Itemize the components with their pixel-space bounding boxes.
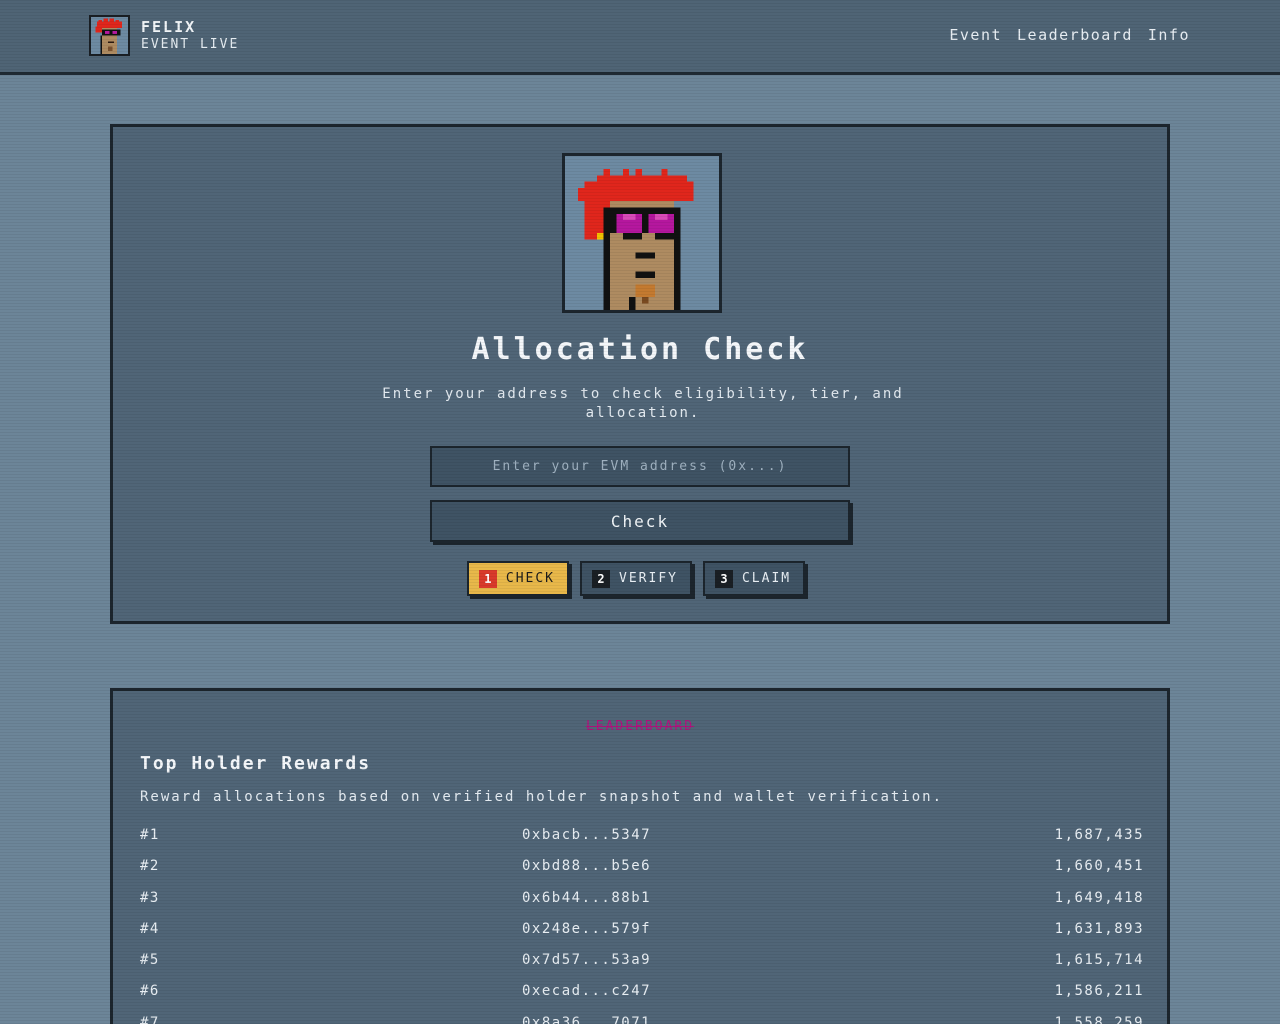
wallet-address: 0x8a36...7071 xyxy=(522,1014,652,1024)
step-check[interactable]: 1 CHECK xyxy=(466,561,570,596)
leaderboard-panel: LEADERBOARD Top Holder Rewards Reward al… xyxy=(110,688,1170,1024)
rank: #3 xyxy=(140,889,160,906)
allocation-amount: 1,558,259 xyxy=(1054,1014,1144,1024)
allocation-panel: Allocation Check Enter your address to c… xyxy=(110,124,1170,624)
table-row: #3 0x6b44...88b1 1,649,418 xyxy=(140,890,1144,921)
allocation-amount: 1,649,418 xyxy=(1054,889,1144,906)
rank: #1 xyxy=(140,827,160,843)
rank: #7 xyxy=(140,1014,160,1024)
table-row: #1 0xbacb...5347 1,687,435 xyxy=(140,827,1144,858)
allocation-amount: 1,586,211 xyxy=(1054,983,1144,1000)
step-label: CHECK xyxy=(505,571,556,586)
punk-avatar-icon xyxy=(565,156,719,310)
allocation-amount: 1,687,435 xyxy=(1054,827,1144,843)
address-input[interactable] xyxy=(430,446,850,487)
allocation-description: Enter your address to check eligibility,… xyxy=(382,386,904,421)
wallet-address: 0x6b44...88b1 xyxy=(522,889,652,906)
leaderboard-kicker: LEADERBOARD xyxy=(585,719,695,734)
step-number: 1 xyxy=(478,569,497,588)
step-number: 3 xyxy=(714,569,733,588)
top-header: FELIX EVENT LIVE Event Leaderboard Info xyxy=(0,0,1280,75)
step-verify[interactable]: 2 VERIFY xyxy=(580,561,692,596)
allocation-amount: 1,660,451 xyxy=(1054,858,1144,875)
leaderboard-title: Top Holder Rewards xyxy=(140,753,372,774)
main-nav: Event Leaderboard Info xyxy=(949,26,1190,44)
wallet-address: 0xecad...c247 xyxy=(522,983,652,1000)
wallet-address: 0xbd88...b5e6 xyxy=(522,858,652,875)
nav-event[interactable]: Event xyxy=(949,26,1002,44)
table-row: #6 0xecad...c247 1,586,211 xyxy=(140,983,1144,1014)
table-row: #7 0x8a36...7071 1,558,259 xyxy=(140,1015,1144,1024)
nav-leaderboard[interactable]: Leaderboard xyxy=(1017,26,1133,44)
table-row: #2 0xbd88...b5e6 1,660,451 xyxy=(140,858,1144,889)
step-claim[interactable]: 3 CLAIM xyxy=(702,561,806,596)
check-button[interactable]: Check xyxy=(430,500,850,542)
nav-info[interactable]: Info xyxy=(1148,26,1190,44)
hero-avatar-icon xyxy=(562,153,722,313)
table-row: #5 0x7d57...53a9 1,615,714 xyxy=(140,952,1144,983)
table-row: #4 0x248e...579f 1,631,893 xyxy=(140,921,1144,952)
brand-avatar-icon[interactable] xyxy=(89,15,130,56)
rank: #6 xyxy=(140,983,160,1000)
wallet-address: 0x7d57...53a9 xyxy=(522,952,652,969)
step-number: 2 xyxy=(592,569,611,588)
page-title: Allocation Check xyxy=(471,332,809,367)
leaderboard-table: #1 0xbacb...5347 1,687,435 #2 0xbd88...b… xyxy=(140,827,1144,1024)
wallet-address: 0xbacb...5347 xyxy=(522,827,652,843)
step-label: VERIFY xyxy=(619,571,678,586)
brand-status: EVENT LIVE xyxy=(141,37,240,52)
brand-name: FELIX xyxy=(141,18,197,36)
rank: #4 xyxy=(140,920,160,937)
step-label: CLAIM xyxy=(741,571,792,586)
allocation-amount: 1,631,893 xyxy=(1054,920,1144,937)
rank: #2 xyxy=(140,858,160,875)
punk-avatar-icon xyxy=(91,17,128,54)
allocation-amount: 1,615,714 xyxy=(1054,952,1144,969)
step-indicator: 1 CHECK 2 VERIFY 3 CLAIM xyxy=(113,561,1167,596)
rank: #5 xyxy=(140,952,160,969)
leaderboard-description: Reward allocations based on verified hol… xyxy=(140,789,944,805)
wallet-address: 0x248e...579f xyxy=(522,920,652,937)
